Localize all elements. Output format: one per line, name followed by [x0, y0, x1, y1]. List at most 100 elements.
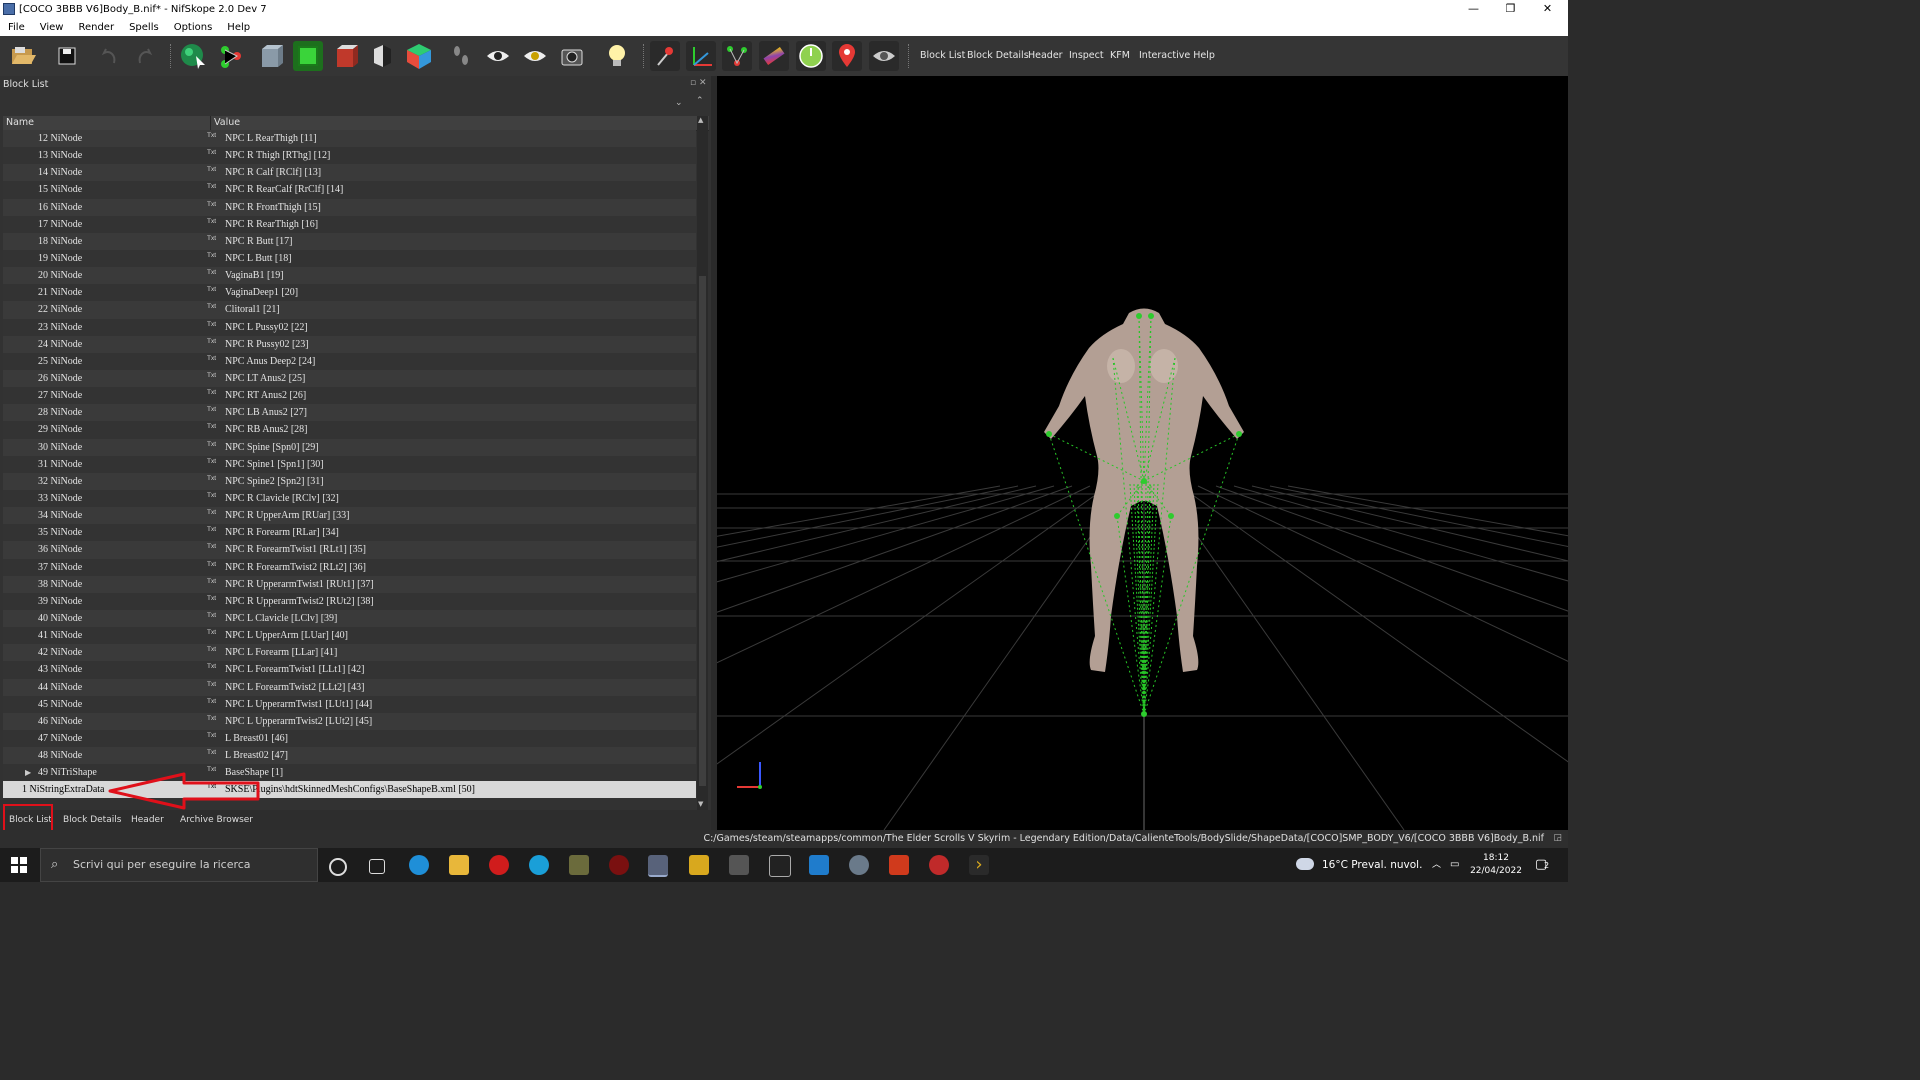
tree-row[interactable]: 17 NiNode Txt NPC R RearThigh [16] — [3, 215, 696, 233]
scroll-up-icon[interactable]: ▲ — [698, 116, 703, 124]
render-viewport[interactable] — [717, 76, 1568, 830]
eye-toggle-icon[interactable] — [869, 41, 899, 71]
expand-arrow-icon[interactable]: ▶ — [25, 764, 31, 781]
restore-button[interactable]: ❐ — [1492, 0, 1529, 18]
eye-cross-icon[interactable] — [520, 41, 550, 71]
bone-node[interactable] — [1046, 431, 1052, 437]
f-app-icon[interactable] — [889, 855, 909, 875]
menu-options[interactable]: Options — [166, 22, 220, 33]
tree-row[interactable]: 41 NiNode Txt NPC L UpperArm [LUar] [40] — [3, 627, 696, 645]
box-shade-icon[interactable] — [367, 41, 397, 71]
tree-row[interactable]: 31 NiNode Txt NPC Spine1 [Spn1] [30] — [3, 455, 696, 473]
cortana-icon[interactable] — [329, 858, 347, 876]
scene-canvas[interactable] — [717, 76, 1568, 830]
menu-view[interactable]: View — [32, 22, 71, 33]
expand-all-icon[interactable]: ⌄ — [675, 98, 683, 108]
ff-app-icon[interactable] — [929, 855, 949, 875]
dock-link-interactive-help[interactable]: Interactive Help — [1139, 36, 1215, 76]
tray-chevron-icon[interactable]: ︿ — [1432, 848, 1441, 882]
save-icon[interactable] — [52, 41, 82, 71]
menu-render[interactable]: Render — [70, 22, 121, 33]
network-icon[interactable]: ▭ — [1450, 848, 1459, 882]
tree-row[interactable]: 25 NiNode Txt NPC Anus Deep2 [24] — [3, 352, 696, 370]
redo-icon[interactable] — [130, 41, 160, 71]
lightbulb-icon[interactable] — [602, 41, 632, 71]
panel-float-close-icon[interactable]: ▫ ✕ — [690, 78, 707, 88]
tree-row[interactable]: 34 NiNode Txt NPC R UpperArm [RUar] [33] — [3, 507, 696, 525]
tree-row[interactable]: 29 NiNode Txt NPC RB Anus2 [28] — [3, 421, 696, 439]
tree-row[interactable]: 38 NiNode Txt NPC R UpperarmTwist1 [RUt1] … — [3, 575, 696, 593]
select-mode-icon[interactable] — [178, 41, 208, 71]
tree-row[interactable]: 30 NiNode Txt NPC Spine [Spn0] [29] — [3, 438, 696, 456]
eye-icon[interactable] — [483, 41, 513, 71]
tree-row[interactable]: 28 NiNode Txt NPC LB Anus2 [27] — [3, 404, 696, 422]
tree-row[interactable]: 45 NiNode Txt NPC L UpperarmTwist1 [LUt1] … — [3, 695, 696, 713]
marker-red-icon[interactable] — [832, 41, 862, 71]
dock-link-block-list[interactable]: Block List — [920, 36, 965, 76]
menu-file[interactable]: File — [0, 22, 32, 33]
tree-row[interactable]: 14 NiNode Txt NPC R Calf [RClf] [13] — [3, 164, 696, 182]
tree-row[interactable]: 15 NiNode Txt NPC R RearCalf [RrClf] [14] — [3, 181, 696, 199]
bone-node[interactable] — [1136, 313, 1142, 319]
menu-spells[interactable]: Spells — [121, 22, 166, 33]
taskbar-search[interactable]: ⌕ Scrivi qui per eseguire la ricerca — [40, 848, 318, 882]
tree-row[interactable]: 37 NiNode Txt NPC R ForearmTwist2 [RLt2] [… — [3, 558, 696, 576]
open-file-icon[interactable] — [8, 41, 38, 71]
tree-row[interactable]: 16 NiNode Txt NPC R FrontThigh [15] — [3, 198, 696, 216]
tree-row[interactable]: 47 NiNode Txt L Breast01 [46] — [3, 729, 696, 748]
dock-link-block-details[interactable]: Block Details — [967, 36, 1029, 76]
tree-row[interactable]: 18 NiNode Txt NPC R Butt [17] — [3, 232, 696, 250]
collapse-all-icon[interactable]: ⌃ — [696, 96, 704, 106]
resize-grip-icon[interactable]: ◲ — [1553, 833, 1562, 843]
tree-row[interactable]: 21 NiNode Txt VaginaDeep1 [20] — [3, 284, 696, 302]
tree-row[interactable]: 42 NiNode Txt NPC L Forearm [LLar] [41] — [3, 644, 696, 662]
axes-icon[interactable] — [686, 41, 716, 71]
tool-app-icon[interactable] — [609, 855, 629, 875]
tree-row[interactable]: 36 NiNode Txt NPC R ForearmTwist1 [RLt1] [… — [3, 541, 696, 559]
close-button[interactable]: ✕ — [1529, 0, 1566, 18]
tab-archive-browser[interactable]: Archive Browser — [180, 812, 253, 828]
scrollbar-thumb[interactable] — [699, 276, 706, 786]
vertical-scrollbar[interactable]: ▲ ▼ — [697, 116, 708, 810]
menu-help[interactable]: Help — [219, 22, 257, 33]
taskbar-clock[interactable]: 18:12 22/04/2022 — [1466, 852, 1526, 878]
bone-node[interactable] — [1168, 513, 1174, 519]
tree-row[interactable]: 26 NiNode Txt NPC LT Anus2 [25] — [3, 369, 696, 388]
bone-node[interactable] — [1236, 431, 1242, 437]
bone-node[interactable] — [1141, 711, 1147, 717]
box-green-icon[interactable] — [293, 41, 323, 71]
minimize-button[interactable]: — — [1455, 0, 1492, 18]
node-tree-icon[interactable] — [216, 41, 246, 71]
tree-row[interactable]: 19 NiNode Txt NPC L Butt [18] — [3, 249, 696, 268]
settings-gear-icon[interactable] — [849, 855, 869, 875]
tree-row[interactable]: 32 NiNode Txt NPC Spine2 [Spn2] [31] — [3, 472, 696, 490]
footprints-icon[interactable] — [446, 41, 476, 71]
calculator-icon[interactable] — [729, 855, 749, 875]
weather-cloud-icon[interactable] — [1296, 858, 1314, 870]
dock-link-kfm[interactable]: KFM — [1110, 36, 1130, 76]
dock-link-header[interactable]: Header — [1028, 36, 1063, 76]
game-app-icon[interactable] — [569, 855, 589, 875]
compass-icon[interactable] — [796, 41, 826, 71]
bone-node[interactable] — [1148, 313, 1154, 319]
tree-row[interactable]: 22 NiNode Txt Clitoral1 [21] — [3, 301, 696, 319]
undo-icon[interactable] — [94, 41, 124, 71]
windows-start-icon[interactable] — [0, 848, 38, 882]
box-wire-icon[interactable] — [256, 41, 286, 71]
store-icon[interactable] — [809, 855, 829, 875]
tree-row[interactable]: 44 NiNode Txt NPC L ForearmTwist2 [LLt2] [… — [3, 678, 696, 696]
tab-block-details[interactable]: Block Details — [63, 812, 121, 828]
tab-header[interactable]: Header — [131, 812, 164, 828]
scroll-down-icon[interactable]: ▼ — [698, 800, 703, 808]
tree-row[interactable]: 20 NiNode Txt VaginaB1 [19] — [3, 267, 696, 285]
column-name[interactable]: Name — [6, 117, 34, 128]
tree-row[interactable]: 46 NiNode Txt NPC L UpperarmTwist2 [LUt2] … — [3, 712, 696, 730]
tree-row[interactable]: 39 NiNode Txt NPC R UpperarmTwist2 [RUt2] … — [3, 592, 696, 610]
nifskope-taskbar-icon[interactable] — [648, 855, 668, 877]
task-view-icon[interactable] — [369, 859, 385, 874]
box-red-icon[interactable] — [331, 41, 361, 71]
bone-node[interactable] — [1114, 513, 1120, 519]
weather-text[interactable]: 16°C Preval. nuvol. — [1322, 848, 1422, 882]
tree-row[interactable]: 12 NiNode Txt NPC L RearThigh [11] — [3, 130, 696, 148]
arrow-app-icon[interactable]: › — [969, 855, 989, 875]
